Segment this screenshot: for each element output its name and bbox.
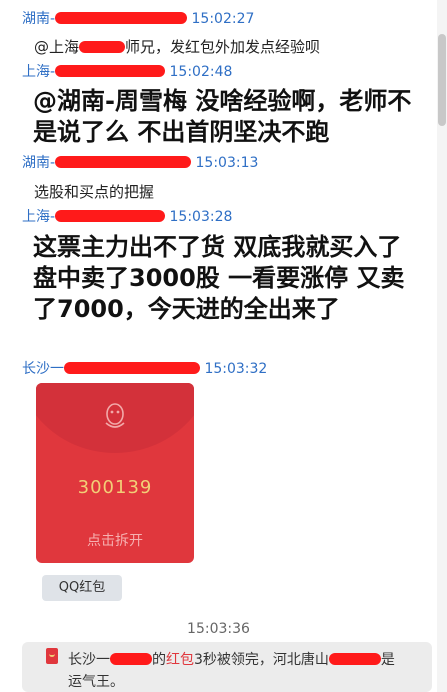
sender-line[interactable]: 上海- 15:02:48 bbox=[22, 61, 232, 81]
red-envelope-icon bbox=[46, 648, 58, 664]
open-red-packet-button[interactable]: 点击拆开 bbox=[36, 530, 194, 550]
notice-text: 的 bbox=[152, 652, 166, 668]
message-text: @上海 师兄，发红包外加发点经验呗 bbox=[34, 36, 320, 57]
sender-line[interactable]: 长沙一 15:03:32 bbox=[22, 358, 267, 378]
redaction-bar bbox=[55, 156, 192, 168]
message-time: 15:03:32 bbox=[204, 361, 268, 377]
redaction-bar bbox=[79, 41, 126, 53]
notice-text: 是 bbox=[380, 652, 395, 668]
sender-name: 上海- bbox=[22, 64, 56, 80]
red-packet[interactable]: 300139 点击拆开 bbox=[36, 383, 194, 563]
sender-line[interactable]: 湖南- 15:02:27 bbox=[22, 8, 254, 28]
qq-penguin-icon bbox=[105, 403, 125, 428]
red-packet-code: 300139 bbox=[77, 477, 153, 498]
sender-name: 湖南- bbox=[22, 11, 56, 27]
system-notice: 长沙一 的红包3秒被领完，河北唐山 是 运气王。 bbox=[22, 642, 432, 692]
redaction-bar bbox=[55, 210, 166, 222]
redaction-bar bbox=[64, 362, 200, 374]
redaction-bar bbox=[328, 653, 381, 665]
sender-name: 上海- bbox=[22, 209, 56, 225]
qq-red-packet-tag: QQ红包 bbox=[42, 575, 122, 601]
message-large-text: 这票主力出不了货 双底我就买入了 盘中卖了3000股 一看要涨停 又卖了7000… bbox=[33, 233, 405, 323]
message-text: 选股和买点的把握 bbox=[34, 183, 155, 201]
notice-text: 3秒被领完，河北唐山 bbox=[194, 652, 329, 668]
message-time: 15:03:28 bbox=[169, 209, 233, 225]
scrollbar[interactable] bbox=[437, 0, 447, 692]
notice-line: 长沙一 的红包3秒被领完，河北唐山 是 bbox=[68, 649, 395, 669]
red-packet-link[interactable]: 红包 bbox=[166, 652, 194, 668]
mention: @上海 bbox=[34, 38, 80, 56]
redaction-bar bbox=[55, 12, 188, 24]
scrollbar-thumb[interactable] bbox=[438, 34, 446, 126]
message-time: 15:03:13 bbox=[195, 155, 259, 171]
sender-name: 长沙一 bbox=[22, 361, 64, 377]
sender-name: 湖南- bbox=[22, 155, 56, 171]
message-large-text: @湖南-周雪梅 没啥经验啊，老师不是说了么 不出首阴坚决不跑 bbox=[33, 87, 412, 146]
system-time: 15:03:36 bbox=[187, 621, 250, 637]
notice-text: 长沙一 bbox=[68, 652, 110, 668]
message-time: 15:02:27 bbox=[191, 11, 255, 27]
chat-window: 湖南- 15:02:27 @上海 师兄，发红包外加发点经验呗 上海- 15:02:… bbox=[0, 0, 437, 692]
message-time: 15:02:48 bbox=[169, 64, 233, 80]
notice-line: 运气王。 bbox=[68, 674, 124, 690]
sender-line[interactable]: 上海- 15:03:28 bbox=[22, 206, 232, 226]
redaction-bar bbox=[110, 653, 152, 665]
sender-line[interactable]: 湖南- 15:03:13 bbox=[22, 152, 258, 172]
message-body: 师兄，发红包外加发点经验呗 bbox=[125, 38, 321, 56]
redaction-bar bbox=[55, 65, 166, 77]
